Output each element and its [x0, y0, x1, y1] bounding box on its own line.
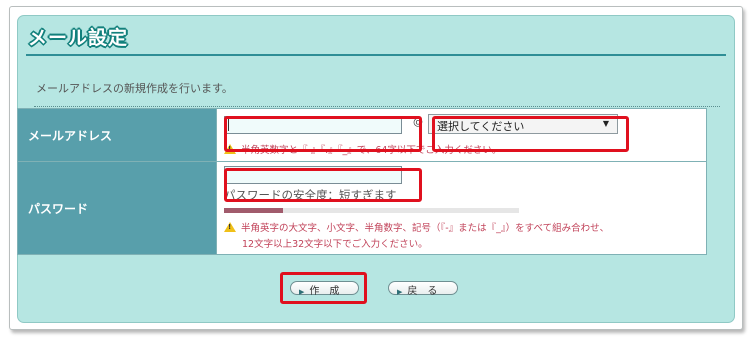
title-underline	[26, 54, 726, 56]
triangle-right-icon: ▶	[299, 288, 305, 296]
create-button[interactable]: ▶ 作 成	[290, 281, 359, 297]
triangle-right-icon: ▶	[397, 288, 403, 296]
highlight-email-input	[224, 116, 422, 152]
back-button[interactable]: ▶ 戻 る	[388, 281, 458, 297]
warning-icon: !	[224, 222, 236, 232]
dotted-divider	[34, 106, 720, 107]
highlight-domain-select	[432, 116, 629, 152]
password-label: パスワード	[17, 161, 217, 255]
back-button-label: 戻 る	[407, 286, 438, 297]
password-strength-bar	[224, 208, 519, 213]
password-hint-line2: 12文字以上32文字以下でご入力ください。	[242, 239, 428, 250]
highlight-password-input	[224, 168, 422, 202]
page-title: メール設定	[28, 27, 129, 49]
email-label: メールアドレス	[17, 108, 217, 162]
create-button-label: 作 成	[309, 286, 340, 297]
page-description: メールアドレスの新規作成を行います。	[36, 82, 233, 95]
password-hint-text-1: 半角英字の大文字、小文字、半角数字、記号（『-』または『_』）をすべて組み合わせ…	[241, 223, 610, 234]
password-strength-fill	[224, 208, 283, 213]
password-hint-line1: ! 半角英字の大文字、小文字、半角数字、記号（『-』または『_』）をすべて組み合わ…	[224, 220, 609, 234]
